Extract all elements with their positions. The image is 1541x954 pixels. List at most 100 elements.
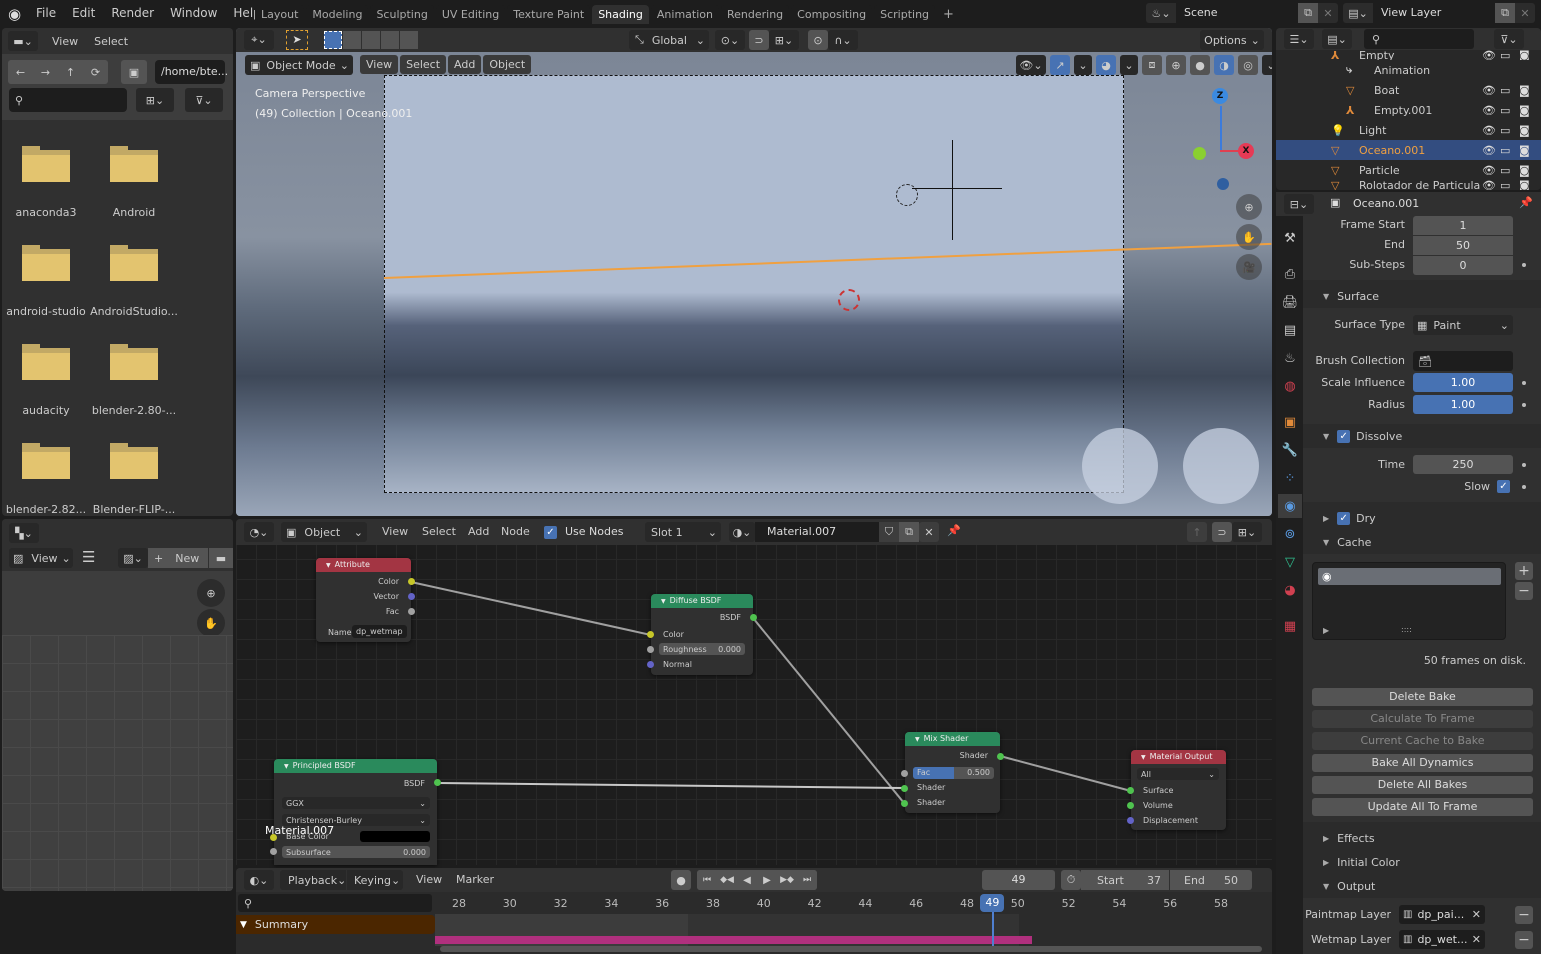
folder-icon[interactable] [22,443,70,479]
camera-render-icon[interactable]: ◙ [1519,180,1530,190]
dissolve-checkbox[interactable]: ✓ [1337,429,1351,443]
snap-target-icon[interactable]: ⊞⌄ [769,30,799,50]
camera-render-icon[interactable]: ◙ [1519,104,1530,117]
socket-fac-in[interactable] [901,770,908,777]
proportional-edit-icon[interactable]: ⊙ [808,30,828,50]
pan-hand-icon[interactable]: ✋ [197,609,225,637]
substeps-field[interactable]: 0 [1413,256,1513,275]
socket-shader-out[interactable] [997,753,1004,760]
editor-type-icon[interactable]: ◔⌄ [244,522,274,542]
subsurface-field[interactable]: Subsurface 0.000 [282,846,430,858]
prev-keyframe-icon[interactable]: ◆◀ [717,870,737,890]
dry-checkbox[interactable]: ✓ [1337,511,1351,525]
copy-scene-icon[interactable]: ⧉ [1298,3,1318,23]
socket-shader1-in[interactable] [901,785,908,792]
monitor-icon[interactable]: ▭ [1500,144,1510,157]
fake-user-icon[interactable]: ⛉ [879,522,899,542]
tab-world-icon[interactable]: ◍ [1278,374,1302,398]
initial-color-section-header[interactable]: ▶ Initial Color [1303,850,1539,874]
duplicate-material-icon[interactable]: ⧉ [899,522,919,542]
keyframe-dot[interactable] [1522,381,1526,385]
forward-icon[interactable]: → [33,60,58,84]
monitor-icon[interactable]: ▭ [1500,104,1510,117]
socket-displacement-in[interactable] [1127,817,1134,824]
material-shading-icon[interactable]: ◑ [1214,55,1234,75]
editor-type-icon[interactable]: ◐⌄ [244,870,274,890]
folder-icon[interactable] [22,344,70,380]
tab-texture-icon[interactable]: ▦ [1278,614,1302,638]
mix-node-header[interactable]: ▼ Mix Shader [905,732,1000,746]
workspace-tab-layout[interactable]: Layout [255,5,305,24]
play-icon[interactable]: ▶ [757,870,777,890]
socket-bsdf-out[interactable] [750,614,757,621]
outliner-row[interactable]: ▽ Particle 👁 ▭ ◙ [1276,160,1541,180]
menu-add[interactable]: Add [460,525,497,538]
close-view-layer-icon[interactable]: ✕ [1515,7,1535,20]
keyframe-dot[interactable] [1522,485,1526,489]
tab-object-icon[interactable]: ▣ [1278,410,1302,434]
outliner-row[interactable]: ▽ Boat 👁 ▭ ◙ [1276,80,1541,100]
tab-material-icon[interactable]: ◕ [1278,578,1302,602]
jump-start-icon[interactable]: ⏮ [697,870,717,890]
zoom-view-icon[interactable]: ⊕ [1236,194,1262,220]
camera-view-icon[interactable]: 🎥 [1236,254,1262,280]
folder-icon[interactable] [110,146,158,182]
workspace-tab-sculpting[interactable]: Sculpting [370,5,434,24]
workspace-tab-rendering[interactable]: Rendering [720,5,790,24]
brush-collection-field[interactable]: 🗃 [1413,351,1513,371]
scale-influence-slider[interactable]: 1.00 [1413,373,1513,392]
unlink-material-icon[interactable]: ✕ [919,522,939,542]
play-reverse-icon[interactable]: ◀ [737,870,757,890]
output-section-header[interactable]: ▼ Output [1303,874,1539,898]
socket-normal-in[interactable] [647,661,654,668]
socket-shader2-in[interactable] [901,800,908,807]
surface-type-dropdown[interactable]: ▦ Paint ⌄ [1413,315,1513,335]
monitor-icon[interactable]: ▭ [1500,84,1510,97]
roughness-field[interactable]: Roughness 0.000 [659,643,745,655]
select-intersect-icon[interactable] [400,31,418,49]
outliner-row[interactable]: ⤷ Animation [1276,60,1541,80]
cache-list[interactable]: ◉ ▶ :::: [1312,562,1506,640]
attribute-name-field[interactable]: dp_wetmap [352,625,407,638]
pin-icon[interactable]: 📌 [1519,196,1533,209]
workspace-tab-modeling[interactable]: Modeling [306,5,369,24]
playback-dropdown[interactable]: Playback ⌄ [280,870,346,890]
stopwatch-icon[interactable]: ⏱ [1061,870,1081,890]
solid-shading-icon[interactable]: ● [1190,55,1210,75]
outliner-row[interactable]: 💡 Light 👁 ▭ ◙ [1276,120,1541,140]
monitor-icon[interactable]: ▭ [1500,164,1510,177]
radius-slider[interactable]: 1.00 [1413,395,1513,414]
keyframe-dot[interactable] [1522,463,1526,467]
socket-color-out[interactable] [408,578,415,585]
path-field[interactable]: /home/bte... [155,60,228,84]
workspace-tab-compositing[interactable]: Compositing [791,5,873,24]
new-image-button[interactable]: + New [148,548,208,568]
view-menu[interactable]: ▨ View ⌄ [9,548,73,568]
parent-node-tree-icon[interactable]: ↑ [1187,522,1207,542]
principled-bsdf-node[interactable]: ▼ Principled BSDF BSDF GGX ⌄ Christensen-B… [274,759,437,865]
timeline-search-input[interactable]: ⚲ [238,894,432,912]
menu-render[interactable]: Render [103,6,162,20]
folder-name[interactable]: Android [90,206,178,219]
socket-bsdf-out[interactable] [434,779,441,786]
folder-icon[interactable] [22,245,70,281]
editor-type-icon[interactable]: ⌖⌄ [244,30,274,50]
slow-checkbox[interactable]: ✓ [1497,480,1510,493]
snap-element-icon[interactable]: ⊞⌄ [1232,522,1262,542]
outliner-search-input[interactable]: ⚲ [1364,29,1474,49]
start-frame-field[interactable]: Start 37 [1081,870,1169,890]
menu-file[interactable]: File [28,6,64,20]
tab-view-layer-icon[interactable]: ▤ [1278,318,1302,342]
new-folder-icon[interactable]: ▣ [121,60,147,84]
end-frame-field[interactable]: End 50 [1170,870,1252,890]
time-field[interactable]: 250 [1413,455,1513,474]
collapse-summary-icon[interactable]: ▼ [240,920,247,930]
pivot-icon[interactable]: ⊙⌄ [715,30,745,50]
tab-render-icon[interactable]: ⎙ [1278,262,1302,286]
outliner-row[interactable]: ▽ Oceano.001 👁 ▭ ◙ [1276,140,1541,160]
remove-wetmap-button[interactable]: − [1515,931,1533,949]
scene-selector[interactable]: ♨⌄ Scene ⧉ ✕ [1146,3,1338,23]
eye-icon[interactable]: 👁 [1482,124,1496,137]
folder-name[interactable]: anaconda3 [2,206,90,219]
keying-dropdown[interactable]: Keying ⌄ [347,870,403,890]
